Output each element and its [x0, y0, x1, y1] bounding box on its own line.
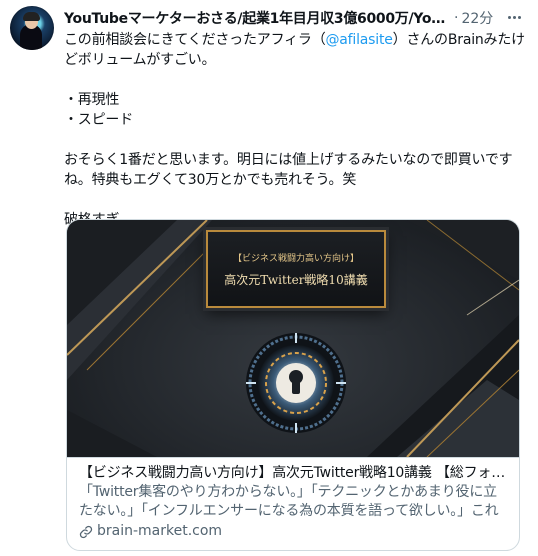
- banner-subtitle: 【ビジネス戦闘力高い方向け】: [232, 254, 359, 264]
- tweet[interactable]: YouTubeマーケターおさる/起業1年目月収3億6000万/YouTube ·…: [0, 0, 538, 556]
- tweet-paragraph: おそらく1番だと思います。明日には値上げするみたいなので即買いですね。特典もエグ…: [64, 152, 513, 188]
- card-banner: 【ビジネス戦闘力高い方向け】 高次元Twitter戦略10講義: [206, 230, 386, 308]
- bullet-item: ・再現性: [64, 92, 120, 108]
- card-domain-row[interactable]: brain-market.com: [79, 522, 507, 541]
- mention-link[interactable]: @afilasite: [326, 32, 393, 48]
- separator-dot: ·: [454, 10, 459, 26]
- card-meta[interactable]: 【ビジネス戦闘力高い方向け】高次元Twitter戦略10講義 【総フォロワー 「…: [67, 457, 519, 550]
- card-description: 「Twitter集客のやり方わからない。」「テクニックとかあまり役に立たない。」…: [79, 484, 499, 519]
- more-dots-icon[interactable]: [504, 8, 524, 26]
- card-title[interactable]: 【ビジネス戦闘力高い方向け】高次元Twitter戦略10講義 【総フォロワー: [79, 464, 507, 483]
- display-name[interactable]: YouTubeマーケターおさる/起業1年目月収3億6000万/YouTube: [64, 8, 450, 28]
- tweet-line-1: この前相談会にきてくださったアフィラ（@afilasite）さんのBrainみた…: [64, 32, 525, 68]
- bullet-item: ・スピード: [64, 112, 133, 128]
- link-icon: [79, 525, 93, 538]
- link-card[interactable]: 【ビジネス戦闘力高い方向け】 高次元Twitter戦略10講義 【ビジネス戦闘力…: [66, 219, 520, 551]
- card-image[interactable]: 【ビジネス戦闘力高い方向け】 高次元Twitter戦略10講義: [67, 220, 519, 457]
- timestamp[interactable]: 22分: [461, 8, 493, 28]
- banner-title: 高次元Twitter戦略10講義: [224, 273, 368, 287]
- tweet-text: この前相談会にきてくださったアフィラ（@afilasite）さんのBrainみた…: [64, 30, 526, 230]
- card-domain: brain-market.com: [97, 523, 223, 539]
- avatar[interactable]: [10, 6, 54, 50]
- tweet-header: YouTubeマーケターおさる/起業1年目月収3億6000万/YouTube ·…: [64, 8, 504, 28]
